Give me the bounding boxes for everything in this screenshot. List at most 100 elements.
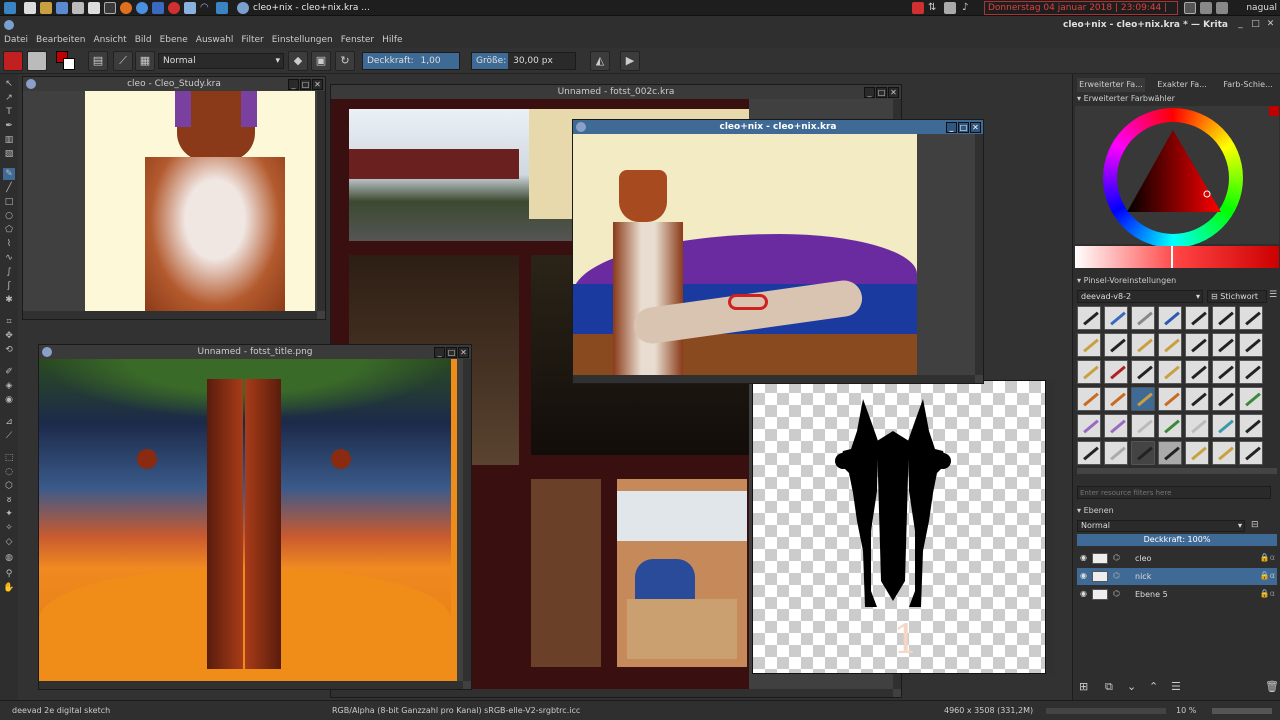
zoom-level[interactable]: 10 % — [1176, 706, 1196, 715]
move-tool-icon[interactable]: ✥ — [3, 330, 15, 342]
window-titlebar[interactable]: Unnamed - fotst_title.png _ □ ✕ — [39, 345, 471, 359]
brush-settings-icon[interactable]: ▤ — [88, 51, 108, 71]
brush-preset[interactable] — [1239, 387, 1263, 411]
pan-tool-icon[interactable]: ✋ — [3, 582, 15, 594]
preserve-alpha-icon[interactable]: ▣ — [311, 51, 331, 71]
volume-icon[interactable]: ♪ — [962, 2, 974, 14]
reload-icon[interactable]: ↻ — [335, 51, 355, 71]
cleo-study-canvas[interactable] — [85, 91, 315, 313]
brush-preset[interactable] — [1212, 333, 1236, 357]
layer-properties-icon[interactable]: ☰ — [1171, 680, 1181, 693]
color-picker-icon[interactable]: ✐ — [3, 366, 15, 378]
app-launcher-icon[interactable] — [24, 2, 36, 14]
brush-preset[interactable] — [1212, 441, 1236, 465]
window-fotst-title[interactable]: Unnamed - fotst_title.png _ □ ✕ — [38, 344, 472, 690]
close-icon[interactable]: ✕ — [458, 347, 469, 358]
close-icon[interactable]: ✕ — [888, 87, 899, 98]
maximize-icon[interactable]: □ — [876, 87, 887, 98]
brush-preset[interactable] — [1185, 387, 1209, 411]
menu-hilfe[interactable]: Hilfe — [378, 34, 406, 46]
background-color-swatch[interactable] — [63, 58, 75, 70]
brush-preset[interactable] — [1104, 306, 1128, 330]
menu-auswahl[interactable]: Auswahl — [192, 34, 238, 46]
smart-patch-icon[interactable]: ◈ — [3, 380, 15, 392]
gmail-icon[interactable] — [912, 2, 924, 14]
brush-preset[interactable] — [1104, 387, 1128, 411]
minimize-icon[interactable]: _ — [946, 122, 957, 133]
fotst-title-canvas[interactable] — [39, 359, 451, 681]
menu-ebene[interactable]: Ebene — [156, 34, 192, 46]
eye-icon[interactable]: ◉ — [1080, 589, 1087, 598]
polygon-tool-icon[interactable]: ⬠ — [3, 224, 15, 236]
menu-datei[interactable]: Datei — [0, 34, 32, 46]
transform-tool-icon[interactable]: ⟲ — [3, 344, 15, 356]
measure-tool-icon[interactable]: ⊿ — [3, 416, 15, 428]
wifi-icon[interactable]: ◠ — [200, 2, 212, 14]
layer-filter-icon[interactable]: ⊟ — [1251, 520, 1259, 530]
layer-opacity-slider[interactable]: Deckkraft: 100% — [1077, 534, 1277, 546]
blend-mode-select[interactable]: Normal ▾ — [158, 53, 284, 69]
preset-set-select[interactable]: deevad-v8-2 ▾ — [1077, 290, 1203, 303]
rectangle-tool-icon[interactable]: □ — [3, 196, 15, 208]
brush-preset[interactable] — [1131, 333, 1155, 357]
text-tool-icon[interactable]: T — [3, 106, 15, 118]
brush-preset[interactable] — [1185, 333, 1209, 357]
display-icon[interactable] — [184, 2, 196, 14]
window-cleo-nix[interactable]: cleo+nix - cleo+nix.kra _ □ ✕ — [572, 119, 984, 384]
krita-task-icon[interactable] — [237, 2, 249, 14]
brush-preset[interactable] — [1131, 441, 1155, 465]
lock-icon[interactable]: 🔒α — [1260, 589, 1275, 598]
brush-preset[interactable] — [1131, 414, 1155, 438]
ellipse-tool-icon[interactable]: ○ — [3, 210, 15, 222]
vertical-scrollbar[interactable] — [463, 359, 471, 681]
polyline-tool-icon[interactable]: ⌇ — [3, 238, 15, 250]
chromium-icon[interactable] — [136, 2, 148, 14]
brush-preset[interactable] — [1212, 306, 1236, 330]
image-icon[interactable] — [56, 2, 68, 14]
zoom-tool-icon[interactable]: ⚲ — [3, 568, 15, 580]
resource-filter-input[interactable] — [1077, 486, 1271, 499]
maximize-icon[interactable]: □ — [958, 122, 969, 133]
mirror-horizontal-icon[interactable]: ◭ — [590, 51, 610, 71]
brush-preset[interactable] — [1077, 333, 1101, 357]
line-tool-icon[interactable]: ╱ — [3, 182, 15, 194]
lasso-select-icon[interactable]: ᴕ — [3, 494, 15, 506]
polygon-select-icon[interactable]: ⬡ — [3, 480, 15, 492]
brush-preset[interactable] — [1185, 360, 1209, 384]
tab-specific-color[interactable]: Exakter Fa... — [1149, 78, 1215, 92]
brush-preset[interactable] — [1077, 306, 1101, 330]
color-section-header[interactable]: ▾ Erweiterter Farbwähler — [1077, 94, 1175, 103]
start-menu-icon[interactable] — [4, 2, 16, 14]
move-up-icon[interactable]: ⌃ — [1149, 680, 1158, 693]
menu-bild[interactable]: Bild — [131, 34, 156, 46]
vertical-scrollbar[interactable] — [975, 134, 983, 375]
menu-fenster[interactable]: Fenster — [337, 34, 378, 46]
layer-row-ebene-5[interactable]: ◉ ⌬ Ebene 5 🔒α — [1077, 586, 1277, 603]
calligraphy-icon[interactable]: ✒ — [3, 120, 15, 132]
pattern-button[interactable] — [27, 51, 47, 71]
brush-preset[interactable] — [1239, 360, 1263, 384]
tab-advanced-color[interactable]: Erweiterter Fa... — [1077, 78, 1145, 92]
monitor-icon[interactable] — [216, 2, 228, 14]
brush-preset[interactable] — [1131, 360, 1155, 384]
tab-color-sliders[interactable]: Farb-Schie... — [1219, 78, 1277, 92]
brush-preset[interactable] — [1239, 441, 1263, 465]
hue-ring[interactable] — [1103, 108, 1243, 248]
mirror-vertical-icon[interactable]: ▶ — [620, 51, 640, 71]
brush-preset[interactable] — [1185, 441, 1209, 465]
color-history-bar[interactable] — [1075, 246, 1279, 268]
horizontal-scrollbar[interactable] — [331, 689, 893, 697]
user-name[interactable]: nagual — [1246, 3, 1277, 13]
close-icon[interactable]: ✕ — [1265, 19, 1276, 30]
vertical-scrollbar[interactable] — [317, 91, 325, 311]
firefox-icon[interactable] — [120, 2, 132, 14]
grid-icon[interactable]: ▦ — [135, 51, 155, 71]
window-titlebar[interactable]: cleo+nix - cleo+nix.kra _ □ ✕ — [573, 120, 983, 134]
gradient-preset-button[interactable] — [3, 51, 23, 71]
menu-bearbeiten[interactable]: Bearbeiten — [32, 34, 89, 46]
brush-preset[interactable] — [1158, 360, 1182, 384]
brush-preset[interactable] — [1239, 414, 1263, 438]
brush-preset[interactable] — [1077, 441, 1101, 465]
minimize-icon[interactable]: _ — [1235, 19, 1246, 30]
layer-blend-select[interactable]: Normal ▾ — [1077, 520, 1245, 532]
